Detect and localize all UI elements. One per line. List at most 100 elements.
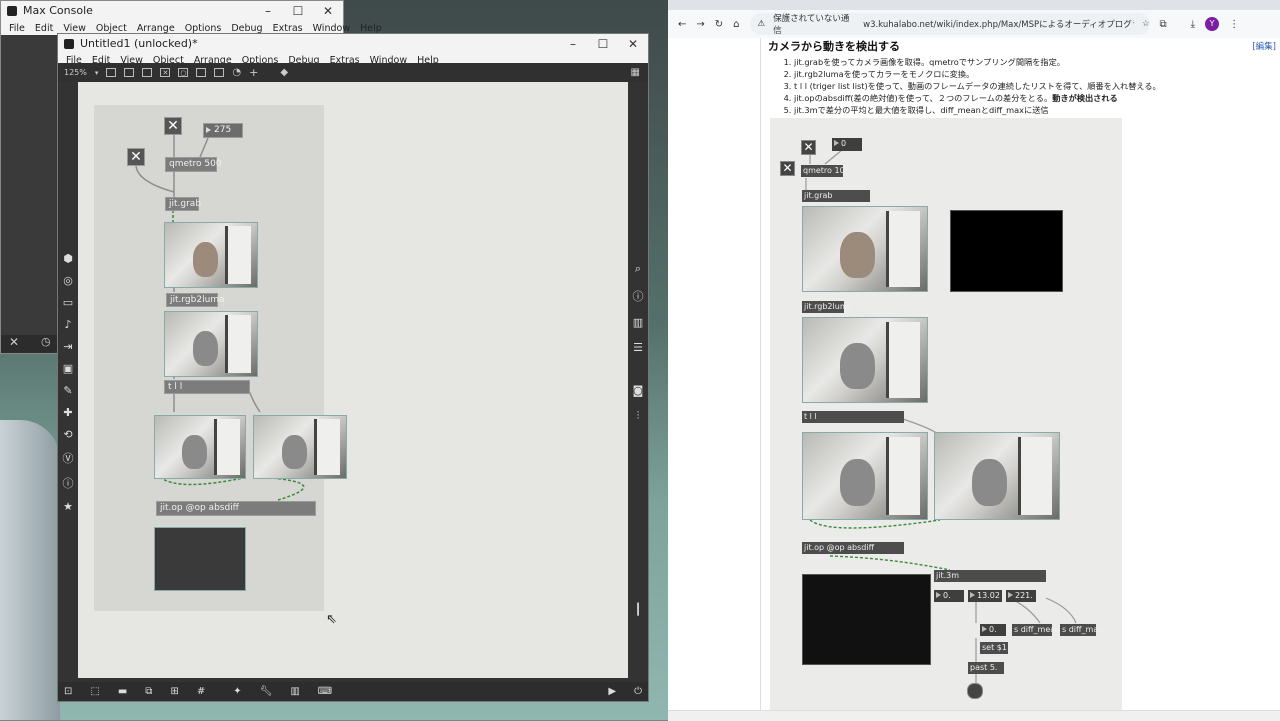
audio-play-icon[interactable]: ▶: [608, 686, 616, 697]
target-icon[interactable]: ◎: [63, 274, 73, 287]
back-icon[interactable]: ←: [678, 19, 686, 30]
jit-grab-object[interactable]: jit.grab: [165, 197, 201, 211]
cube-icon[interactable]: ⬢: [63, 252, 73, 265]
maximize-icon[interactable]: ☐: [283, 1, 313, 21]
toggle-tool-icon[interactable]: ✕: [160, 68, 171, 77]
patcher-titlebar[interactable]: Untitled1 (unlocked)* – ☐ ✕: [58, 34, 648, 54]
button-tool-icon[interactable]: ○: [178, 68, 189, 77]
wrench-icon[interactable]: 🔧︎: [260, 686, 273, 697]
search-icon[interactable]: ⌕: [635, 262, 641, 276]
play-step-icon[interactable]: ⇥: [63, 340, 72, 353]
mouse-cursor-icon: ⇖: [326, 612, 337, 627]
warning-icon[interactable]: ⚠: [758, 19, 766, 29]
info-circle-icon[interactable]: ⓘ: [63, 475, 74, 491]
paint-bucket-icon[interactable]: ◆: [280, 67, 288, 78]
windows-icon[interactable]: ⧉: [145, 686, 152, 697]
debug-icon[interactable]: ✦: [233, 686, 241, 697]
loop-icon[interactable]: ⟲: [63, 428, 72, 441]
edit-mode-icon[interactable]: ⬚: [90, 686, 99, 697]
menu-arrange[interactable]: Arrange: [137, 23, 175, 34]
message-box-icon[interactable]: [124, 68, 135, 77]
music-note-icon[interactable]: ♪: [64, 318, 71, 331]
clock-icon[interactable]: ◷: [41, 335, 51, 348]
toggle-secondary[interactable]: ✕: [127, 148, 145, 166]
minimize-icon[interactable]: –: [253, 1, 283, 21]
profile-avatar[interactable]: Y: [1205, 17, 1220, 31]
forward-icon[interactable]: →: [696, 19, 704, 30]
grid-view-icon[interactable]: ▦: [631, 67, 640, 78]
slider-tool-icon[interactable]: [214, 68, 225, 77]
mixer-icon[interactable]: ⫶: [637, 409, 640, 423]
piano-icon[interactable]: ▥: [290, 686, 299, 697]
list-item: t l l (triger list list)を使って、動画のフレームデータの…: [794, 80, 1214, 92]
patcher-window[interactable]: Untitled1 (unlocked)* – ☐ ✕ File Edit Vi…: [57, 33, 649, 702]
puzzle-icon[interactable]: ✚: [63, 406, 72, 419]
minimize-icon[interactable]: –: [558, 34, 588, 54]
power-icon[interactable]: ⏻: [634, 686, 642, 697]
video-preview-diff: [154, 527, 246, 591]
close-icon[interactable]: ✕: [618, 34, 648, 54]
extensions-icon[interactable]: ⧉: [1160, 19, 1167, 30]
jit-op-absdiff-object[interactable]: jit.op @op absdiff: [156, 501, 316, 516]
patcher-canvas[interactable]: ✕ 275 ✕ qmetro 500 jit.grab jit.rgb2luma…: [78, 82, 628, 678]
screenshot-jit-rgb2luma: jit.rgb2luma: [802, 301, 853, 313]
lock-icon[interactable]: ⊡: [64, 686, 72, 697]
edit-link[interactable]: [編集]: [1252, 40, 1276, 52]
patcher-bottom-toolbar: ⊡ ⬚ ▬ ⧉ ⊞ # ✦ 🔧︎ ▥ ⌨︎ ▶ ⏻: [58, 682, 648, 701]
right-sidebar: ⌕ ⓘ ▥ ☰ ◙ ⫶ ┃: [628, 82, 648, 682]
url-text[interactable]: w3.kuhalabo.net/wiki/index.php/Max/MSPによ…: [863, 18, 1134, 30]
clear-console-icon[interactable]: ✕: [9, 335, 19, 349]
menu-window[interactable]: Window: [313, 23, 350, 34]
console-title: Max Console: [23, 4, 93, 17]
keyboard-icon[interactable]: ⌨︎: [318, 686, 332, 697]
browser-window[interactable]: ← → ↻ ⌂ ⚠ 保護されていない通信 w3.kuhalabo.net/wik…: [668, 0, 1280, 721]
console-titlebar[interactable]: Max Console – ☐ ✕: [1, 1, 343, 21]
screenshot-past-object: past 5.: [968, 662, 1004, 674]
level-meter-icon: ┃: [634, 603, 642, 616]
paperclip-icon[interactable]: ✎: [63, 384, 72, 397]
qmetro-object[interactable]: qmetro 500: [165, 157, 222, 172]
zoom-select[interactable]: 125%: [64, 68, 87, 77]
link-icon[interactable]: ▭: [63, 296, 73, 309]
snap-icon[interactable]: ⊞: [170, 686, 178, 697]
toggle-start[interactable]: ✕: [164, 117, 182, 135]
jit-rgb2luma-object[interactable]: jit.rgb2luma: [166, 293, 225, 307]
grid-icon[interactable]: #: [197, 686, 205, 697]
menu-view[interactable]: View: [63, 23, 86, 34]
menu-file[interactable]: File: [9, 23, 25, 34]
camera-icon[interactable]: ◙: [633, 384, 644, 397]
dial-tool-icon[interactable]: ◔: [232, 67, 241, 78]
home-icon[interactable]: ⌂: [733, 19, 739, 30]
more-menu-icon[interactable]: ⋮: [1229, 19, 1239, 30]
menu-options[interactable]: Options: [185, 23, 222, 34]
number-box-interval[interactable]: 275: [203, 123, 243, 138]
maximize-icon[interactable]: ☐: [588, 34, 618, 54]
v-badge-icon[interactable]: Ⓥ: [63, 450, 74, 466]
menu-debug[interactable]: Debug: [231, 23, 262, 34]
menu-extras[interactable]: Extras: [273, 23, 303, 34]
info-icon[interactable]: ⓘ: [633, 288, 644, 304]
reload-icon[interactable]: ↻: [715, 19, 723, 30]
presentation-icon[interactable]: ▬: [118, 686, 127, 697]
number-tool-icon[interactable]: [196, 68, 207, 77]
bookmark-star-icon[interactable]: ☆: [1142, 19, 1150, 29]
new-object-icon[interactable]: [106, 68, 117, 77]
menu-edit[interactable]: Edit: [35, 23, 53, 34]
screenshot-toggle-secondary: ✕: [780, 161, 795, 176]
patcher-title: Untitled1 (unlocked)*: [80, 37, 198, 50]
star-icon[interactable]: ★: [63, 500, 73, 513]
add-icon[interactable]: +: [249, 66, 258, 79]
screenshot-bang-button: [967, 683, 983, 699]
list-icon[interactable]: ☰: [633, 341, 643, 354]
image-icon[interactable]: ▣: [63, 362, 73, 375]
trigger-tll-object[interactable]: t l l: [164, 380, 250, 394]
menu-help[interactable]: Help: [360, 23, 382, 34]
address-bar[interactable]: ⚠ 保護されていない通信 w3.kuhalabo.net/wiki/index.…: [749, 13, 1150, 36]
menu-object[interactable]: Object: [96, 23, 127, 34]
screenshot-trigger-tll: t l l: [802, 411, 904, 423]
download-icon[interactable]: ⤓: [1191, 19, 1195, 30]
close-icon[interactable]: ✕: [313, 1, 343, 21]
comment-icon[interactable]: [142, 68, 153, 77]
columns-icon[interactable]: ▥: [633, 316, 643, 329]
horizontal-scrollbar[interactable]: [668, 710, 1280, 721]
